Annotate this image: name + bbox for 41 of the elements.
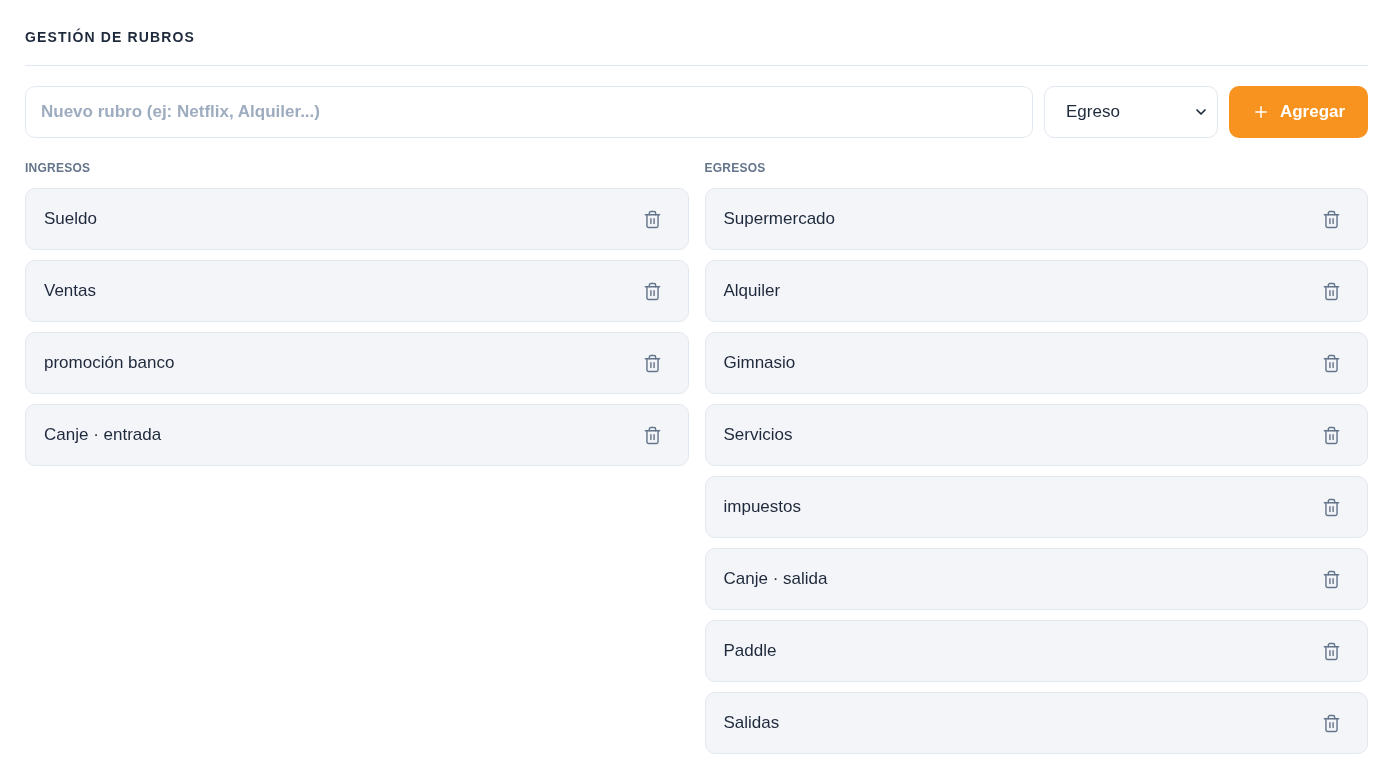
trash-icon <box>642 209 662 229</box>
delete-button[interactable] <box>642 425 662 445</box>
section-heading: EGRESOS <box>704 160 766 176</box>
category-name: impuestos <box>723 496 801 519</box>
name-input-field[interactable]: Nuevo rubro (ej: Netflix, Alquiler...) <box>25 86 1033 138</box>
type-select[interactable]: Egreso <box>1044 86 1218 138</box>
page-title: GESTIÓN DE RUBROS <box>25 28 195 46</box>
trash-icon <box>1322 353 1341 373</box>
delete-button[interactable] <box>1322 353 1341 373</box>
category-name: Ventas <box>44 280 96 303</box>
trash-icon <box>642 425 662 445</box>
trash-icon <box>1322 281 1341 301</box>
delete-button[interactable] <box>1322 425 1341 445</box>
category-name: Alquiler <box>723 280 781 303</box>
trash-icon <box>1322 425 1341 445</box>
category-name: Salidas <box>723 712 780 735</box>
trash-icon <box>642 281 662 301</box>
category-name: Gimnasio <box>723 352 796 375</box>
delete-button[interactable] <box>642 353 662 373</box>
category-name: Canje · entrada <box>44 424 162 447</box>
trash-icon <box>642 353 662 373</box>
delete-button[interactable] <box>642 209 662 229</box>
category-name: Paddle <box>723 640 777 663</box>
category-name: Servicios <box>723 424 793 447</box>
delete-button[interactable] <box>642 281 662 301</box>
trash-icon <box>1322 641 1341 661</box>
delete-button[interactable] <box>1322 497 1341 517</box>
trash-icon <box>1322 497 1341 517</box>
category-name: Supermercado <box>723 208 835 231</box>
delete-button[interactable] <box>1322 641 1341 661</box>
trash-icon <box>1322 209 1341 229</box>
delete-button[interactable] <box>1322 569 1341 589</box>
trash-icon <box>1322 569 1341 589</box>
category-name: Canje · salida <box>723 568 828 591</box>
trash-icon <box>1322 713 1341 733</box>
delete-button[interactable] <box>1322 281 1341 301</box>
delete-button[interactable] <box>1322 713 1341 733</box>
category-name: promoción banco <box>44 352 175 375</box>
delete-button[interactable] <box>1322 209 1341 229</box>
section-heading: INGRESOS <box>25 160 91 176</box>
category-name: Sueldo <box>44 208 97 231</box>
